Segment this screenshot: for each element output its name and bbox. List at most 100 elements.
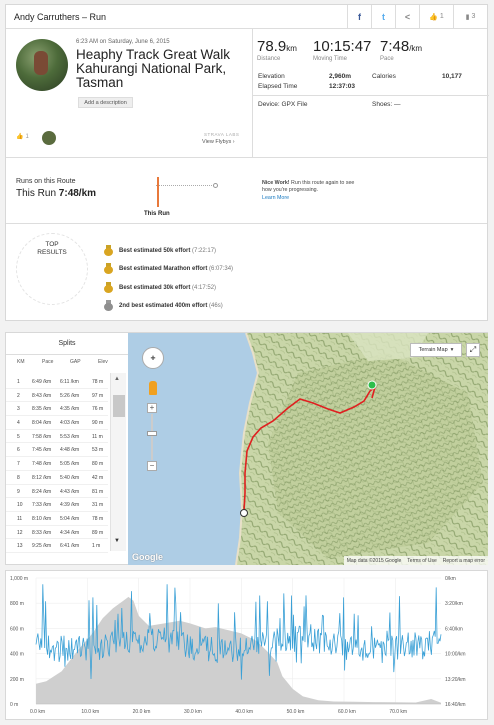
athlete-avatar[interactable] [16,39,68,91]
divider [253,95,489,96]
zoom-slider-knob[interactable] [147,431,157,436]
x-tick-label: 20.0 km [133,709,151,715]
activity-name: Heaphy Track Great Walk Kahurangi Nation… [76,47,231,90]
y-left-tick-label: 200 m [10,677,24,683]
splits-row[interactable]: 12 8:33 /km 4:34 /km 89 m [6,526,108,540]
y-left-tick-label: 600 m [10,626,24,632]
kudos-summary-count: 1 [25,133,29,140]
achievement-text: Best estimated 30k effort [119,284,191,291]
splits-cell: 6 [17,447,20,454]
learn-more-link[interactable]: Learn More [262,195,357,202]
y-left-tick-label: 0 m [10,702,18,708]
this-run-marker[interactable] [157,177,159,207]
nice-work-message: Nice Work! Run this route again to see h… [262,180,357,202]
splits-cell: 42 m [92,474,104,481]
pan-control-icon[interactable]: ✚ [142,347,164,369]
splits-cell: 78 m [92,379,104,385]
splits-row[interactable]: 6 7:45 /km 4:48 /km 53 m [6,443,108,458]
divider [252,29,253,157]
map-type-value: Terrain Map [418,347,448,353]
facebook-share-button[interactable]: f [347,5,371,28]
splits-cell: 7:33 /km [32,502,52,509]
kudoer-avatar[interactable] [42,131,56,145]
achievement-item[interactable]: Best estimated 30k effort (4:17:52) [104,282,216,293]
this-run-summary: This Run 7:48/km [16,188,96,199]
splits-col-elev: Elev [98,359,108,365]
splits-row[interactable]: 1 6:49 /km 6:11 /km 78 m [6,375,108,389]
terrain-map-image [128,333,488,565]
street-view-pegman-icon[interactable] [149,381,157,395]
twitter-share-button[interactable]: t [371,5,395,28]
distance-stat: 78.9km Distance [257,38,297,62]
terms-link[interactable]: Terms of Use [407,558,436,564]
kudos-button[interactable]: 👍 1 [419,5,453,28]
splits-table: 1 6:49 /km 6:11 /km 78 m 2 8:43 /km 5:26 /km 97… [6,375,108,553]
splits-cell: 80 m [92,461,104,468]
shoes-label[interactable]: Shoes: — [372,101,401,108]
share-button[interactable]: < [395,5,419,28]
splits-cell: 90 m [92,420,104,427]
splits-row[interactable]: 10 7:33 /km 4:39 /km 31 m [6,498,108,512]
achievement-item[interactable]: Best estimated Marathon effort (6:07:34) [104,263,233,274]
splits-cell: 5:04 /km [60,515,80,522]
elevation-value: 2,960m [329,73,352,80]
splits-cell: 7:58 /km [32,433,52,440]
map-footer: Map data ©2015 Google Terms of Use Repor… [343,556,488,565]
splits-cell: 3 [17,406,20,413]
fullscreen-icon[interactable]: ⤢ [466,343,480,357]
splits-cell: 81 m [92,488,104,495]
splits-cell: 4:34 /km [60,529,80,536]
add-description-button[interactable]: Add a description [78,97,133,108]
moving-time-value: 10:15:47 [313,38,372,55]
activity-date: 6:23 AM on Saturday, June 6, 2015 [76,39,170,45]
splits-map-panel: Splits KM Pace GAP Elev 1 6:49 /km 6:11 /k… [5,332,488,565]
achievement-time: (7:22:17) [192,247,217,254]
achievement-item[interactable]: 2nd best estimated 400m effort (46s) [104,300,223,311]
splits-row[interactable]: 3 8:35 /km 4:35 /km 76 m [6,402,108,417]
achievement-item[interactable]: Best estimated 50k effort (7:22:17) [104,245,216,256]
splits-cell: 12 [17,529,23,536]
comments-button[interactable]: ▮ 3 [453,5,487,28]
activity-header: Andy Carruthers – Run f t < 👍 1 ▮ 3 [6,5,487,29]
report-map-error-link[interactable]: Report a map error [443,558,485,564]
splits-cell: 11 m [92,433,103,440]
map-type-select[interactable]: Terrain Map ▾ [410,343,462,357]
splits-col-pace: Pace [42,359,54,365]
gold-medal-icon [104,263,113,274]
splits-row[interactable]: 2 8:43 /km 5:26 /km 97 m [6,389,108,403]
splits-cell: 7 [17,461,20,468]
splits-row[interactable]: 7 7:48 /km 5:05 /km 80 m [6,457,108,471]
splits-cell: 8:33 /km [32,529,52,536]
nice-work-bold: Nice Work! [262,180,290,186]
splits-row[interactable]: 9 8:24 /km 4:43 /km 81 m [6,485,108,499]
device-label: Device: GPX File [258,101,308,108]
splits-row[interactable]: 13 9:25 /km 6:41 /km 1 m [6,539,108,553]
zoom-out-button[interactable]: − [147,461,157,471]
splits-cell: 8:35 /km [32,406,52,413]
route-map[interactable]: ✚ + − Terrain Map ▾ ⤢ Google Map data ©20… [128,333,488,565]
splits-title: Splits [6,333,128,355]
divider [6,157,487,158]
zoom-in-button[interactable]: + [147,403,157,413]
silver-medal-icon [104,300,113,311]
scroll-up-icon[interactable]: ▲ [114,376,120,382]
timeline-end-dot [213,183,218,188]
kudos-summary[interactable]: 👍 1 [16,133,29,141]
scroll-thumb[interactable] [113,395,125,417]
route-timeline [156,185,218,186]
achievement-text: Best estimated Marathon effort [119,265,208,272]
splits-row[interactable]: 11 8:10 /km 5:04 /km 78 m [6,512,108,526]
view-flybys-link[interactable]: View Flybys › [202,139,235,145]
splits-row[interactable]: 5 7:58 /km 5:53 /km 11 m [6,430,108,444]
splits-scrollbar[interactable]: ▲ ▼ [110,373,126,551]
start-marker-icon[interactable] [367,380,377,390]
moving-time-label: Moving Time [313,56,348,62]
zoom-slider-track[interactable] [151,414,153,460]
splits-cell: 4:03 /km [60,420,80,427]
splits-row[interactable]: 8 8:12 /km 5:40 /km 42 m [6,471,108,485]
finish-marker-icon[interactable] [240,509,248,517]
splits-row[interactable]: 4 8:04 /km 4:03 /km 90 m [6,416,108,430]
elevation-pace-chart[interactable]: 1,000 m 0/km 800 m 3:20/km 600 m 6:40/km 400 m… [5,570,488,720]
strava-labs-label: STRAVA LABS [204,132,240,137]
scroll-down-icon[interactable]: ▼ [114,538,120,544]
